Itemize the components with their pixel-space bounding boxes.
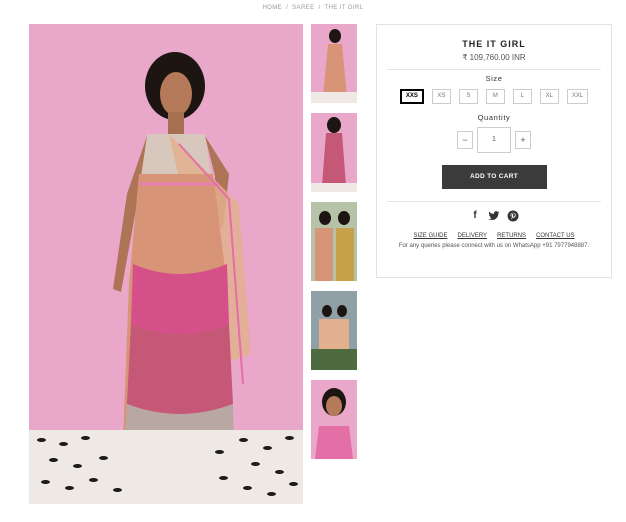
divider bbox=[387, 201, 601, 202]
breadcrumb-category[interactable]: SAREE bbox=[292, 5, 314, 11]
thumbnail-1[interactable] bbox=[311, 24, 357, 103]
size-option-m[interactable]: M bbox=[485, 89, 505, 104]
breadcrumb: HOME / SAREE / THE IT GIRL bbox=[262, 5, 364, 11]
quantity-increase-button[interactable]: + bbox=[515, 131, 531, 149]
returns-link[interactable]: RETURNS bbox=[497, 233, 526, 239]
thumbnail-5[interactable] bbox=[311, 380, 357, 459]
size-label: Size bbox=[485, 74, 503, 83]
breadcrumb-home[interactable]: HOME bbox=[262, 5, 282, 11]
info-links: SIZE GUIDE DELIVERY RETURNS CONTACT US bbox=[377, 233, 611, 239]
twitter-icon[interactable] bbox=[488, 210, 500, 222]
thumbnail-3[interactable] bbox=[311, 202, 357, 281]
main-product-image[interactable] bbox=[29, 24, 303, 504]
thumbnail-4[interactable] bbox=[311, 291, 357, 370]
size-option-xxs[interactable]: XXS bbox=[399, 89, 424, 104]
add-to-cart-button[interactable]: ADD TO CART bbox=[441, 165, 547, 189]
thumbnail-list bbox=[311, 24, 357, 469]
size-option-xxl[interactable]: XXL bbox=[566, 89, 589, 104]
delivery-link[interactable]: DELIVERY bbox=[457, 233, 487, 239]
size-option-xl[interactable]: XL bbox=[539, 89, 559, 104]
quantity-stepper: − 1 + bbox=[377, 127, 611, 153]
size-guide-link[interactable]: SIZE GUIDE bbox=[413, 233, 447, 239]
divider bbox=[387, 69, 601, 70]
contact-link[interactable]: CONTACT US bbox=[536, 233, 574, 239]
quantity-input[interactable]: 1 bbox=[477, 127, 511, 153]
whatsapp-note: For any queries please connect with us o… bbox=[398, 243, 590, 249]
breadcrumb-current: THE IT GIRL bbox=[324, 5, 364, 11]
size-selector: XXS XS S M L XL XXL bbox=[377, 89, 611, 104]
quantity-label: Quantity bbox=[477, 113, 511, 122]
pinterest-icon[interactable] bbox=[507, 210, 519, 222]
product-title: THE IT GIRL bbox=[462, 39, 526, 49]
quantity-decrease-button[interactable]: − bbox=[457, 131, 473, 149]
social-share: f bbox=[377, 210, 611, 222]
product-panel: THE IT GIRL ₹ 109,760.00 INR Size XXS XS… bbox=[376, 24, 612, 278]
facebook-icon[interactable]: f bbox=[469, 210, 481, 222]
size-option-s[interactable]: S bbox=[458, 89, 478, 104]
floor-pattern bbox=[29, 430, 303, 504]
product-price: ₹ 109,760.00 INR bbox=[462, 53, 526, 62]
thumbnail-2[interactable] bbox=[311, 113, 357, 192]
size-option-xs[interactable]: XS bbox=[431, 89, 451, 104]
size-option-l[interactable]: L bbox=[512, 89, 532, 104]
